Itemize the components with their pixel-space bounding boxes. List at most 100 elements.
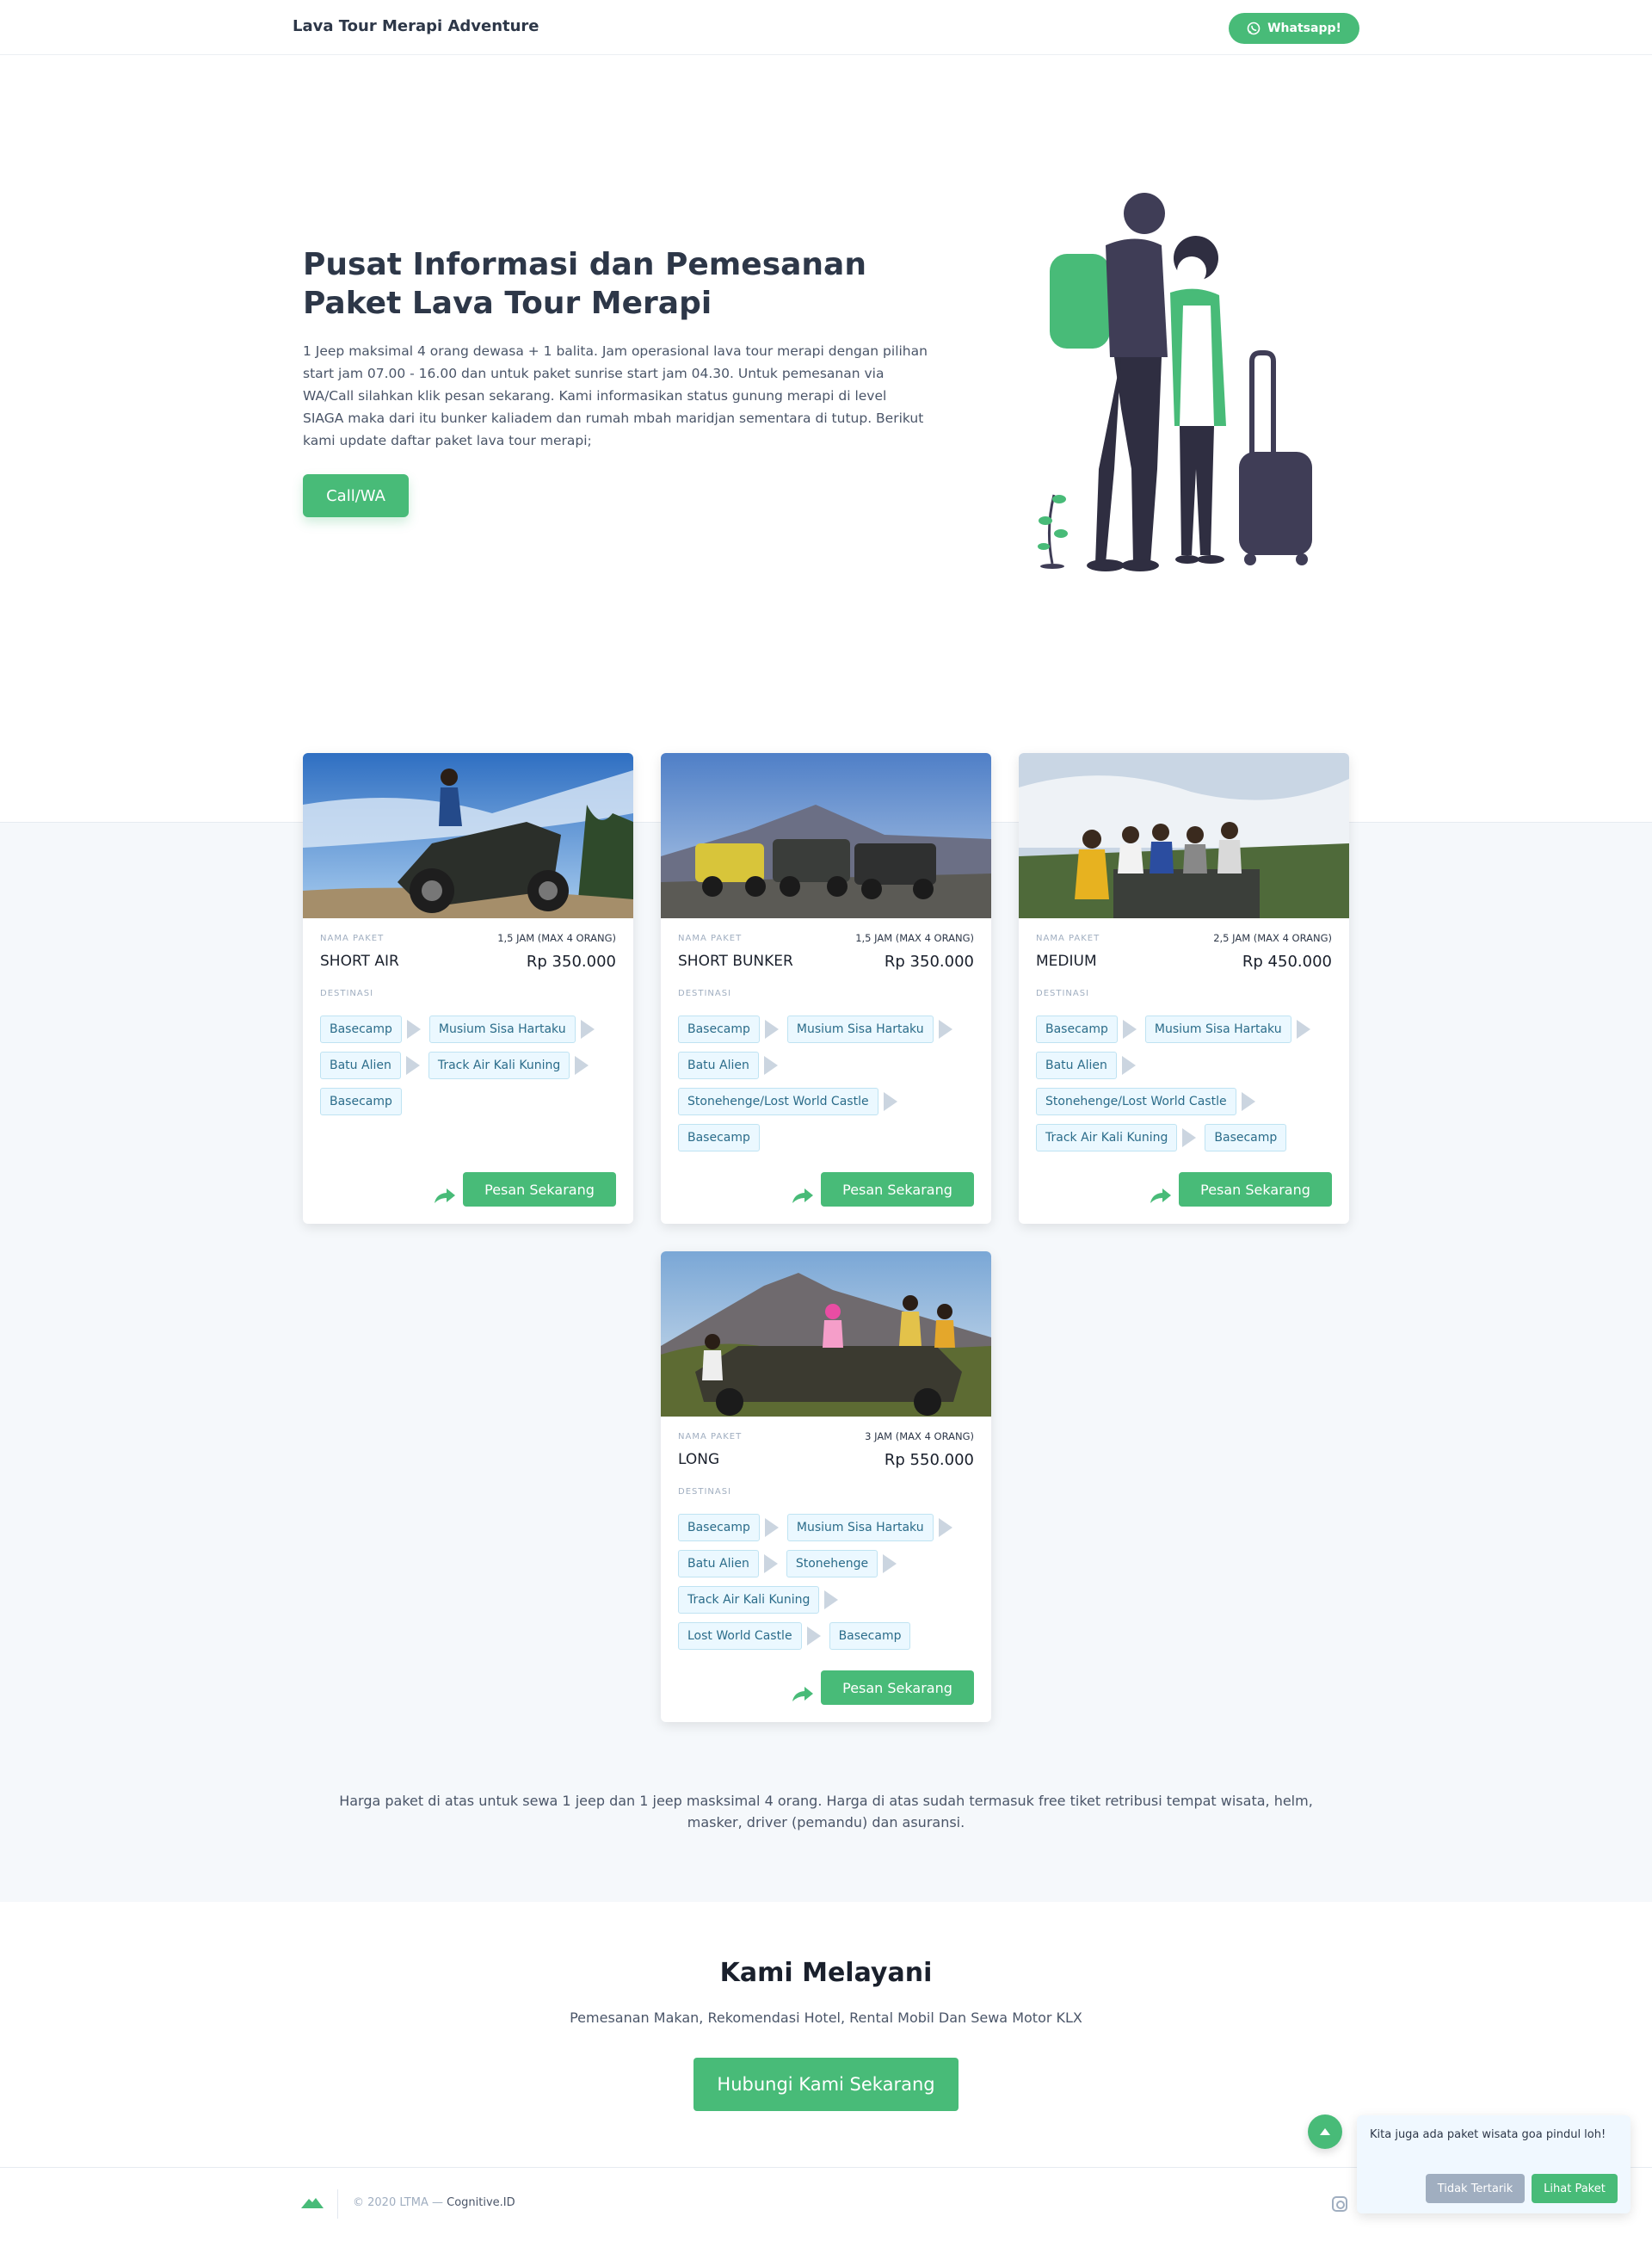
destination-chip: Track Air Kali Kuning <box>1036 1124 1178 1151</box>
destination-chip: Basecamp <box>678 1514 760 1541</box>
package-duration: 1,5 JAM (MAX 4 ORANG) <box>855 932 974 944</box>
destination-chip: Basecamp <box>678 1124 760 1151</box>
order-button[interactable]: Pesan Sekarang <box>1179 1172 1332 1207</box>
destination-chip: Basecamp <box>678 1016 760 1043</box>
package-name: MEDIUM <box>1036 953 1097 970</box>
whatsapp-label: Whatsapp! <box>1267 22 1341 35</box>
package-price: Rp 350.000 <box>526 953 616 971</box>
package-name-label: NAMA PAKET <box>1036 934 1100 943</box>
copyright: © 2020 LTMA — Cognitive.ID <box>353 2196 515 2209</box>
destinations-label: DESTINASI <box>678 989 732 998</box>
popup-message: Kita juga ada paket wisata goa pindul lo… <box>1370 2128 1606 2141</box>
package-card-long: NAMA PAKET 3 JAM (MAX 4 ORANG) LONG Rp 5… <box>661 1251 991 1722</box>
destination-chip: Batu Alien <box>678 1052 759 1079</box>
decline-button[interactable]: Tidak Tertarik <box>1426 2174 1525 2203</box>
package-price: Rp 550.000 <box>884 1451 974 1469</box>
package-name-label: NAMA PAKET <box>678 1432 743 1442</box>
share-arrow-icon[interactable] <box>433 1186 457 1207</box>
destination-chip: Musium Sisa Hartaku <box>786 1016 934 1043</box>
arrow-right-icon <box>1296 1020 1310 1039</box>
footer-link[interactable]: Cognitive.ID <box>447 2196 515 2209</box>
copyright-text: © 2020 LTMA — <box>353 2196 443 2209</box>
travelers-illustration <box>1038 193 1312 571</box>
arrow-right-icon <box>405 1056 420 1075</box>
arrow-right-icon <box>824 1590 839 1609</box>
instagram-icon[interactable] <box>1332 2196 1347 2212</box>
whatsapp-icon <box>1247 22 1261 35</box>
package-duration: 3 JAM (MAX 4 ORANG) <box>865 1430 974 1442</box>
package-photo <box>661 753 991 918</box>
arrow-right-icon <box>764 1518 779 1537</box>
package-duration: 2,5 JAM (MAX 4 ORANG) <box>1213 932 1332 944</box>
arrow-right-icon <box>763 1554 778 1573</box>
destination-list: Basecamp Musium Sisa Hartaku Batu Alien St… <box>678 1509 979 1654</box>
package-card-short-air: NAMA PAKET 1,5 JAM (MAX 4 ORANG) SHORT A… <box>303 753 633 1224</box>
destination-chip: Stonehenge <box>786 1550 878 1577</box>
destination-list: Basecamp Musium Sisa Hartaku Batu Alien S… <box>678 1011 979 1156</box>
promo-popup: Kita juga ada paket wisata goa pindul lo… <box>1357 2115 1630 2213</box>
arrow-right-icon <box>938 1020 952 1039</box>
destination-chip: Basecamp <box>320 1016 402 1043</box>
brand-name[interactable]: Lava Tour Merapi Adventure <box>293 17 539 35</box>
view-package-button[interactable]: Lihat Paket <box>1532 2174 1618 2203</box>
package-card-short-bunker: NAMA PAKET 1,5 JAM (MAX 4 ORANG) SHORT B… <box>661 753 991 1224</box>
arrow-right-icon <box>580 1020 595 1039</box>
destination-chip: Batu Alien <box>1036 1052 1117 1079</box>
destination-chip: Basecamp <box>829 1622 911 1650</box>
share-arrow-icon[interactable] <box>791 1186 815 1207</box>
contact-us-button[interactable]: Hubungi Kami Sekarang <box>693 2058 959 2111</box>
share-arrow-icon[interactable] <box>1149 1186 1173 1207</box>
order-button[interactable]: Pesan Sekarang <box>821 1172 974 1207</box>
scroll-top-button[interactable] <box>1308 2114 1342 2149</box>
destination-chip: Stonehenge/Lost World Castle <box>1036 1088 1236 1115</box>
share-arrow-icon[interactable] <box>791 1684 815 1705</box>
services-title: Kami Melayani <box>719 1958 933 1988</box>
price-note: Harga paket di atas untuk sewa 1 jeep da… <box>339 1793 1313 1830</box>
destination-chip: Stonehenge/Lost World Castle <box>678 1088 878 1115</box>
package-name-label: NAMA PAKET <box>678 934 743 943</box>
order-button[interactable]: Pesan Sekarang <box>821 1670 974 1705</box>
package-name: LONG <box>678 1451 720 1468</box>
arrow-right-icon <box>764 1020 779 1039</box>
arrow-right-icon <box>575 1056 589 1075</box>
destination-chip: Musium Sisa Hartaku <box>786 1514 934 1541</box>
destination-chip: Batu Alien <box>320 1052 401 1079</box>
arrow-right-icon <box>883 1092 897 1111</box>
arrow-right-icon <box>806 1627 821 1645</box>
arrow-right-icon <box>883 1554 897 1573</box>
destination-list: Basecamp Musium Sisa Hartaku Batu Alien S… <box>1036 1011 1337 1156</box>
package-photo <box>303 753 633 918</box>
arrow-right-icon <box>1182 1128 1197 1147</box>
package-duration: 1,5 JAM (MAX 4 ORANG) <box>497 932 616 944</box>
package-name: SHORT AIR <box>320 953 399 970</box>
arrow-right-icon <box>1241 1092 1255 1111</box>
mountain-logo-icon <box>301 2198 324 2208</box>
package-price: Rp 350.000 <box>884 953 974 971</box>
package-name: SHORT BUNKER <box>678 953 793 970</box>
hero-description: 1 Jeep maksimal 4 orang dewasa + 1 balit… <box>303 343 928 448</box>
destination-chip: Lost World Castle <box>678 1622 802 1650</box>
destination-chip: Musium Sisa Hartaku <box>428 1016 576 1043</box>
package-card-medium: NAMA PAKET 2,5 JAM (MAX 4 ORANG) MEDIUM … <box>1019 753 1349 1224</box>
arrow-right-icon <box>763 1056 778 1075</box>
package-photo <box>661 1251 991 1417</box>
services-subtitle: Pemesanan Makan, Rekomendasi Hotel, Rent… <box>570 2009 1082 2026</box>
destinations-label: DESTINASI <box>1036 989 1090 998</box>
destinations-label: DESTINASI <box>678 1487 732 1497</box>
top-navbar: Lava Tour Merapi Adventure Whatsapp! <box>0 0 1652 55</box>
package-price: Rp 450.000 <box>1242 953 1332 971</box>
whatsapp-button[interactable]: Whatsapp! <box>1229 13 1359 44</box>
destination-chip: Track Air Kali Kuning <box>678 1586 820 1614</box>
destinations-label: DESTINASI <box>320 989 374 998</box>
destination-chip: Musium Sisa Hartaku <box>1144 1016 1291 1043</box>
destination-chip: Basecamp <box>1205 1124 1287 1151</box>
call-wa-button[interactable]: Call/WA <box>303 474 409 517</box>
arrow-right-icon <box>406 1020 421 1039</box>
order-button[interactable]: Pesan Sekarang <box>463 1172 616 1207</box>
destination-chip: Basecamp <box>1036 1016 1118 1043</box>
destination-chip: Basecamp <box>320 1088 402 1115</box>
hero-title: Pusat Informasi dan Pemesanan Paket Lava… <box>303 247 866 321</box>
arrow-right-icon <box>938 1518 952 1537</box>
footer-separator <box>337 2189 338 2219</box>
package-photo <box>1019 753 1349 918</box>
